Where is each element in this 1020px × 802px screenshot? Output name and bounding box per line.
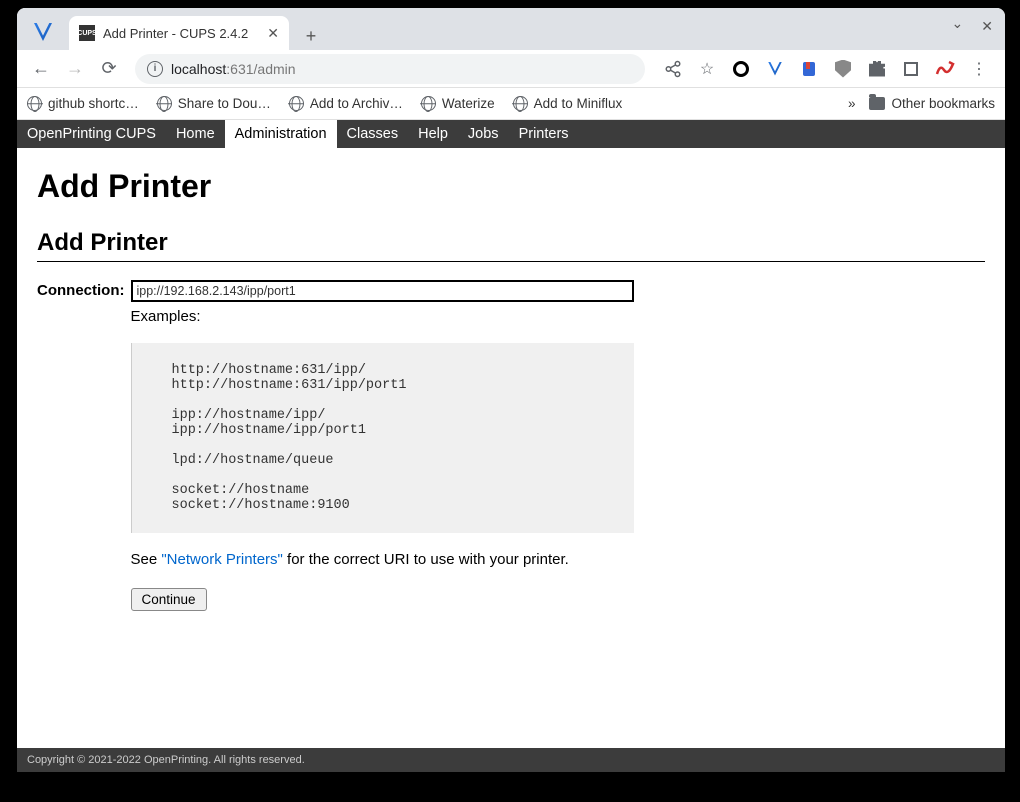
see-text: See "Network Printers" for the correct U… bbox=[131, 551, 986, 568]
bookmark-github[interactable]: github shortc… bbox=[27, 96, 139, 111]
vee-ext-icon[interactable] bbox=[765, 59, 785, 79]
other-bookmarks[interactable]: Other bookmarks bbox=[869, 96, 995, 111]
cups-favicon: CUPS bbox=[79, 25, 95, 41]
folder-icon bbox=[869, 97, 885, 110]
tab-title: Add Printer - CUPS 2.4.2 bbox=[103, 26, 248, 41]
browser-tab[interactable]: CUPS Add Printer - CUPS 2.4.2 ✕ bbox=[69, 16, 289, 50]
new-tab-button[interactable]: + bbox=[297, 22, 325, 50]
page-title: Add Printer bbox=[37, 168, 985, 205]
circle-ext-icon[interactable] bbox=[731, 59, 751, 79]
connection-row: Connection: Examples: http://hostname:63… bbox=[37, 280, 985, 611]
bookmark-overflow-icon[interactable]: » bbox=[848, 96, 856, 111]
extensions-icon[interactable] bbox=[867, 59, 887, 79]
page-content: Add Printer Add Printer Connection: Exam… bbox=[17, 148, 1005, 748]
bookmark-add-archive[interactable]: Add to Archiv… bbox=[289, 96, 403, 111]
address-bar[interactable]: i localhost:631/admin bbox=[135, 54, 645, 84]
globe-icon bbox=[27, 96, 42, 111]
minimize-icon[interactable]: ⌄ bbox=[952, 15, 964, 32]
bookmark-miniflux[interactable]: Add to Miniflux bbox=[513, 96, 623, 111]
section-title: Add Printer bbox=[37, 229, 985, 262]
menu-icon[interactable]: ⋮ bbox=[969, 59, 989, 79]
globe-icon bbox=[157, 96, 172, 111]
nav-home[interactable]: Home bbox=[166, 120, 225, 148]
back-button[interactable]: ← bbox=[27, 55, 55, 83]
close-window-icon[interactable]: ✕ bbox=[981, 18, 993, 35]
nav-classes[interactable]: Classes bbox=[337, 120, 409, 148]
nav-help[interactable]: Help bbox=[408, 120, 458, 148]
url-path: :631/admin bbox=[226, 61, 295, 77]
url-host: localhost bbox=[171, 61, 226, 77]
nav-administration[interactable]: Administration bbox=[225, 120, 337, 148]
page-footer: Copyright © 2021-2022 OpenPrinting. All … bbox=[17, 748, 1005, 772]
share-icon[interactable] bbox=[663, 59, 683, 79]
close-tab-icon[interactable]: ✕ bbox=[267, 25, 279, 42]
examples-label: Examples: bbox=[131, 308, 986, 325]
bookmark-waterize[interactable]: Waterize bbox=[421, 96, 495, 111]
reload-button[interactable]: ⟳ bbox=[95, 55, 123, 83]
nav-jobs[interactable]: Jobs bbox=[458, 120, 509, 148]
cups-nav: OpenPrinting CUPS Home Administration Cl… bbox=[17, 120, 1005, 148]
network-printers-link[interactable]: "Network Printers" bbox=[161, 551, 283, 568]
toolbar-actions: ☆ ⋮ bbox=[657, 59, 995, 79]
connection-input[interactable] bbox=[131, 280, 634, 302]
cups-brand[interactable]: OpenPrinting CUPS bbox=[27, 126, 166, 142]
forward-button[interactable]: → bbox=[61, 55, 89, 83]
continue-button[interactable]: Continue bbox=[131, 588, 207, 611]
connection-label: Connection: bbox=[37, 280, 125, 299]
bookmark-share-douban[interactable]: Share to Dou… bbox=[157, 96, 271, 111]
site-info-icon[interactable]: i bbox=[147, 61, 163, 77]
star-icon[interactable]: ☆ bbox=[697, 59, 717, 79]
examples-block: http://hostname:631/ipp/ http://hostname… bbox=[131, 343, 634, 533]
browser-toolbar: ← → ⟳ i localhost:631/admin ☆ ⋮ bbox=[17, 50, 1005, 88]
bookmarks-bar: github shortc… Share to Dou… Add to Arch… bbox=[17, 88, 1005, 120]
panel-icon[interactable] bbox=[901, 59, 921, 79]
tab-bar: CUPS Add Printer - CUPS 2.4.2 ✕ + ⌄ ✕ bbox=[17, 8, 1005, 50]
globe-icon bbox=[289, 96, 304, 111]
bookmark-ext-icon[interactable] bbox=[799, 59, 819, 79]
scribble-ext-icon[interactable] bbox=[935, 60, 955, 78]
vee-icon bbox=[34, 23, 52, 41]
browser-window: CUPS Add Printer - CUPS 2.4.2 ✕ + ⌄ ✕ ← … bbox=[17, 8, 1005, 772]
globe-icon bbox=[513, 96, 528, 111]
window-controls: ⌄ ✕ bbox=[952, 18, 993, 35]
nav-printers[interactable]: Printers bbox=[509, 120, 579, 148]
globe-icon bbox=[421, 96, 436, 111]
app-icon bbox=[25, 14, 61, 50]
shield-ext-icon[interactable] bbox=[833, 59, 853, 79]
